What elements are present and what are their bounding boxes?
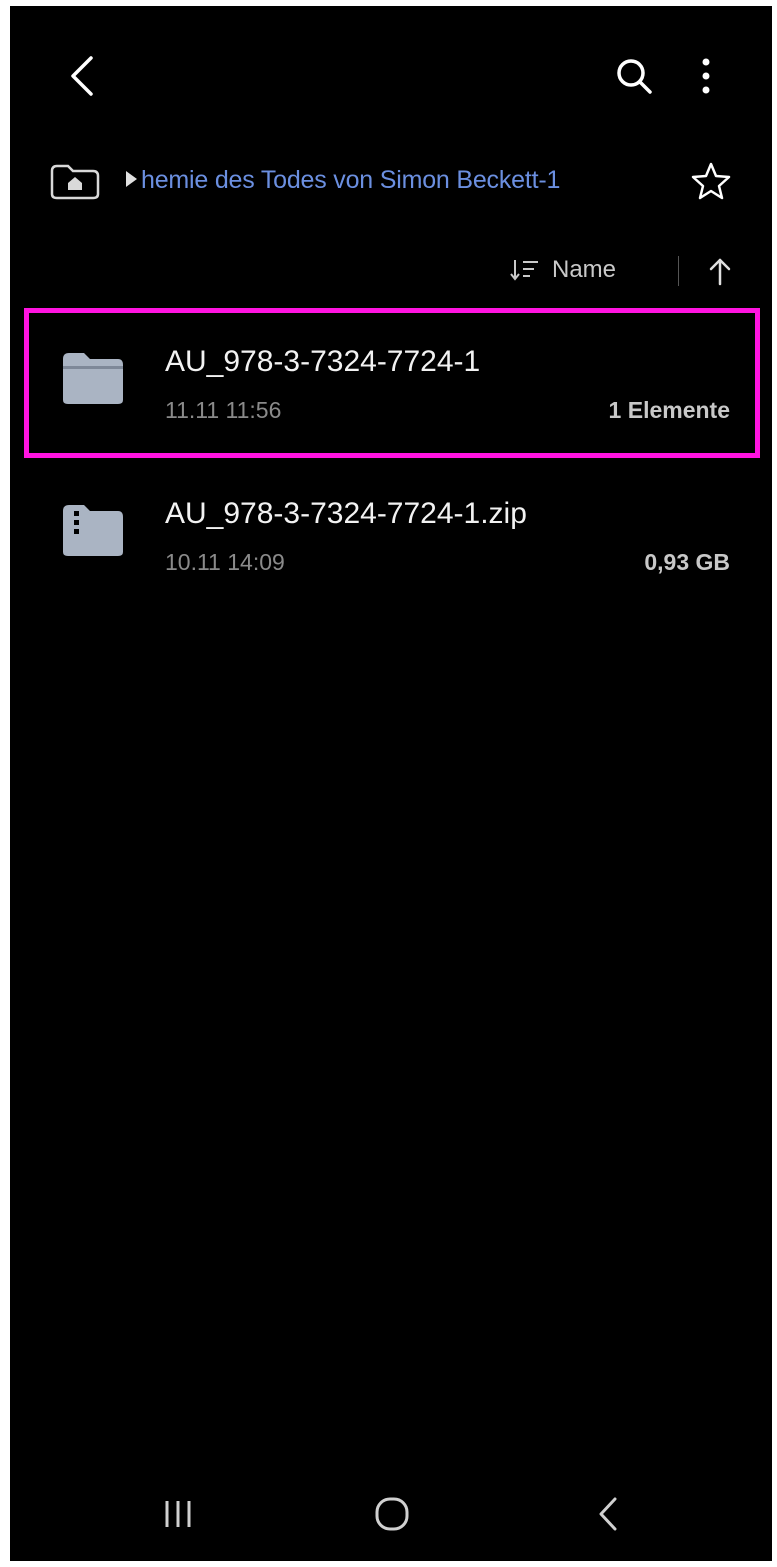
file-manager-screen: hemie des Todes von Simon Beckett-1 Name — [10, 6, 772, 1561]
breadcrumb-arrow-icon — [126, 171, 137, 187]
breadcrumb: hemie des Todes von Simon Beckett-1 — [10, 146, 772, 216]
back-button[interactable] — [56, 46, 108, 106]
sort-by-name-button[interactable]: Name — [510, 250, 616, 290]
more-vertical-icon — [702, 58, 710, 94]
file-row-zip[interactable]: AU_978-3-7324-7724-1.zip 10.11 14:09 0,9… — [10, 456, 772, 608]
file-size: 0,93 GB — [644, 549, 730, 575]
app-bar — [10, 6, 772, 146]
home-folder-icon — [50, 164, 100, 200]
file-name: AU_978-3-7324-7724-1 — [165, 345, 481, 378]
more-options-button[interactable] — [686, 48, 726, 104]
file-name: AU_978-3-7324-7724-1.zip — [165, 497, 527, 530]
file-date: 11.11 11:56 — [165, 397, 282, 423]
sort-divider — [678, 256, 679, 286]
home-circle-icon — [375, 1497, 409, 1531]
system-back-button[interactable] — [578, 1487, 638, 1541]
recent-apps-icon — [165, 1501, 191, 1527]
file-item-count: 1 Elemente — [608, 397, 730, 423]
recent-apps-button[interactable] — [148, 1489, 208, 1539]
search-button[interactable] — [608, 50, 660, 102]
folder-icon — [63, 353, 123, 404]
search-icon — [617, 59, 652, 94]
breadcrumb-path[interactable]: hemie des Todes von Simon Beckett-1 — [141, 164, 560, 196]
home-button[interactable] — [362, 1487, 422, 1541]
arrow-up-icon — [709, 258, 731, 286]
file-row-folder[interactable]: AU_978-3-7324-7724-1 11.11 11:56 1 Eleme… — [10, 304, 772, 458]
chevron-left-icon — [71, 56, 93, 96]
star-icon — [691, 162, 731, 200]
sort-label: Name — [552, 256, 617, 283]
chevron-left-icon — [599, 1497, 617, 1531]
favorite-button[interactable] — [688, 158, 734, 204]
file-list: AU_978-3-7324-7724-1 11.11 11:56 1 Eleme… — [10, 304, 772, 608]
sort-direction-button[interactable] — [702, 252, 738, 290]
system-navigation-bar — [10, 1461, 772, 1561]
zip-folder-icon — [63, 505, 123, 556]
sort-bar: Name — [10, 242, 772, 298]
file-date: 10.11 14:09 — [165, 549, 285, 575]
home-folder-button[interactable] — [48, 158, 102, 204]
sort-icon — [510, 260, 538, 281]
